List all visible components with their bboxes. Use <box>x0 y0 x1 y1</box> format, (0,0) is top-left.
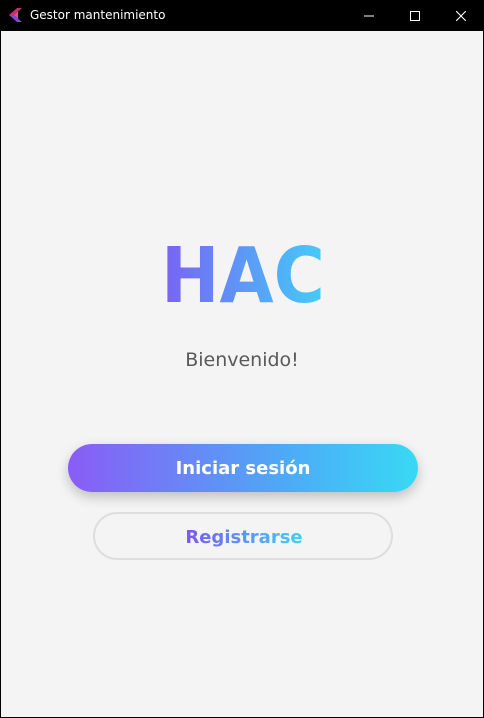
hac-logo: HAC <box>161 232 325 316</box>
minimize-button[interactable] <box>346 0 392 31</box>
minimize-icon <box>364 15 374 16</box>
login-button-label: Iniciar sesión <box>175 457 311 479</box>
window-title: Gestor mantenimiento <box>30 8 166 22</box>
login-button[interactable]: Iniciar sesión <box>68 444 418 492</box>
maximize-button[interactable] <box>392 0 438 31</box>
welcome-message: Bienvenido! <box>185 349 299 371</box>
close-button[interactable] <box>438 0 484 31</box>
register-label-graphic: Registrarse <box>185 527 302 548</box>
maximize-icon <box>410 10 420 21</box>
register-button[interactable]: Registrarse <box>93 512 393 560</box>
register-button-label: Registrarse <box>185 527 302 548</box>
main-content <box>1 31 483 717</box>
app-logo-icon <box>9 8 22 22</box>
title-bar[interactable]: Gestor mantenimiento <box>0 0 484 31</box>
app-window: Gestor mantenimiento HAC Bienvenido! Ini… <box>0 0 484 718</box>
logo-text: HAC <box>161 232 325 316</box>
close-icon <box>456 10 466 21</box>
